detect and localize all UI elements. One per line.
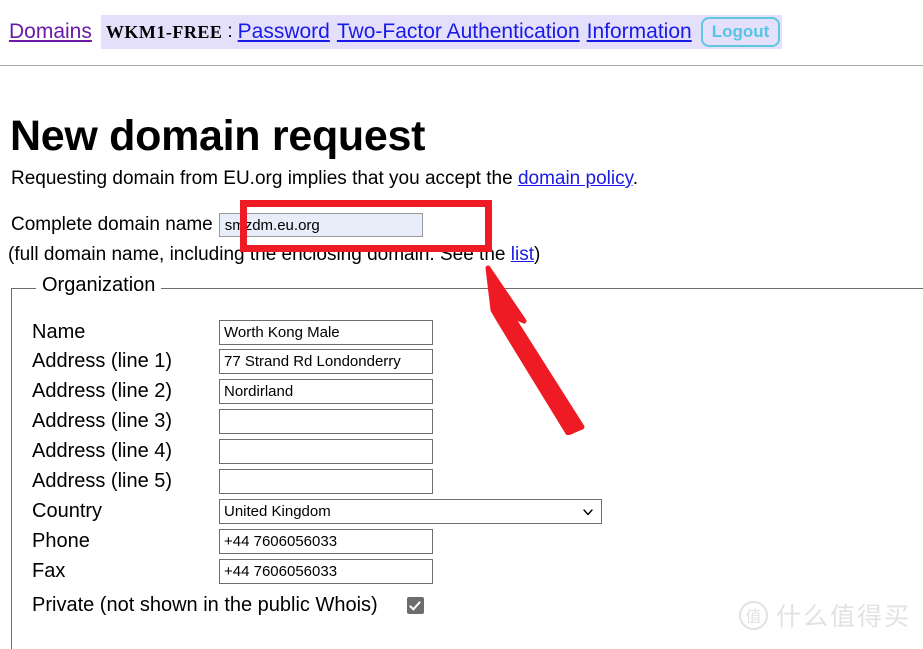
input-address-line-4[interactable] [219, 438, 433, 464]
input-address-line-1[interactable] [219, 348, 433, 374]
logout-button[interactable]: Logout [700, 17, 781, 47]
complete-domain-name-input[interactable] [218, 213, 423, 237]
label-fax: Fax [32, 560, 66, 582]
label-address-line-2: Address (line 2) [32, 380, 173, 402]
nav-link-information[interactable]: Information [587, 20, 699, 44]
form-row-address-line-3: Address (line 3) [32, 408, 433, 434]
private-whois-checkbox[interactable] [406, 597, 424, 614]
form-row-fax: Fax [32, 558, 433, 584]
domain-policy-link[interactable]: domain policy [518, 168, 633, 189]
country-select-wrapper: United Kingdom [219, 498, 602, 524]
domain-name-hint: (full domain name, including the enclosi… [8, 244, 540, 266]
organization-legend: Organization [36, 274, 162, 297]
intro-paragraph: Requesting domain from EU.org implies th… [11, 168, 638, 190]
nav-highlighted-group: WKM1-FREE : Password Two-Factor Authenti… [100, 15, 783, 49]
label-country: Country [32, 500, 103, 522]
label-private-whois: Private (not shown in the public Whois) [32, 594, 378, 616]
form-row-phone: Phone [32, 528, 433, 554]
label-address-line-4: Address (line 4) [32, 440, 173, 462]
input-address-line-5[interactable] [219, 468, 433, 494]
hint-text-prefix: (full domain name, including the enclosi… [8, 244, 511, 265]
complete-domain-name-row: Complete domain name [11, 213, 423, 237]
label-address-line-3: Address (line 3) [32, 410, 173, 432]
account-name-label: WKM1-FREE [105, 21, 223, 42]
label-address-line-5: Address (line 5) [32, 470, 173, 492]
label-name: Name [32, 321, 86, 343]
form-row-address-line-1: Address (line 1) [32, 348, 433, 374]
input-phone[interactable] [219, 528, 433, 554]
intro-text-prefix: Requesting domain from EU.org implies th… [11, 168, 518, 189]
header-divider [0, 65, 923, 66]
page-title: New domain request [10, 111, 426, 160]
intro-text-suffix: . [632, 168, 638, 189]
domain-list-link[interactable]: list [511, 244, 534, 265]
input-address-line-2[interactable] [219, 378, 433, 404]
input-address-line-3[interactable] [219, 408, 433, 434]
form-row-address-line-2: Address (line 2) [32, 378, 433, 404]
nav-link-password[interactable]: Password [238, 20, 337, 44]
label-phone: Phone [32, 530, 90, 552]
nav-link-two-factor-authentication[interactable]: Two-Factor Authentication [337, 20, 587, 44]
form-row-address-line-5: Address (line 5) [32, 468, 433, 494]
organization-fieldset: Organization Name Address (line 1) Addre… [11, 274, 923, 649]
nav-separator: : [227, 21, 233, 42]
input-fax[interactable] [219, 558, 433, 584]
form-row-private-whois: Private (not shown in the public Whois) [32, 594, 424, 617]
label-address-line-1: Address (line 1) [32, 350, 173, 372]
complete-domain-name-label: Complete domain name [11, 214, 213, 235]
nav-link-domains[interactable]: Domains [0, 20, 101, 44]
top-navigation-bar: Domains WKM1-FREE : Password Two-Factor … [0, 14, 923, 50]
country-select[interactable]: United Kingdom [219, 498, 602, 524]
hint-text-suffix: ) [533, 244, 541, 265]
input-name[interactable] [219, 319, 433, 345]
form-row-name: Name [32, 319, 433, 345]
form-row-country: Country United Kingdom [32, 498, 602, 524]
form-row-address-line-4: Address (line 4) [32, 438, 433, 464]
